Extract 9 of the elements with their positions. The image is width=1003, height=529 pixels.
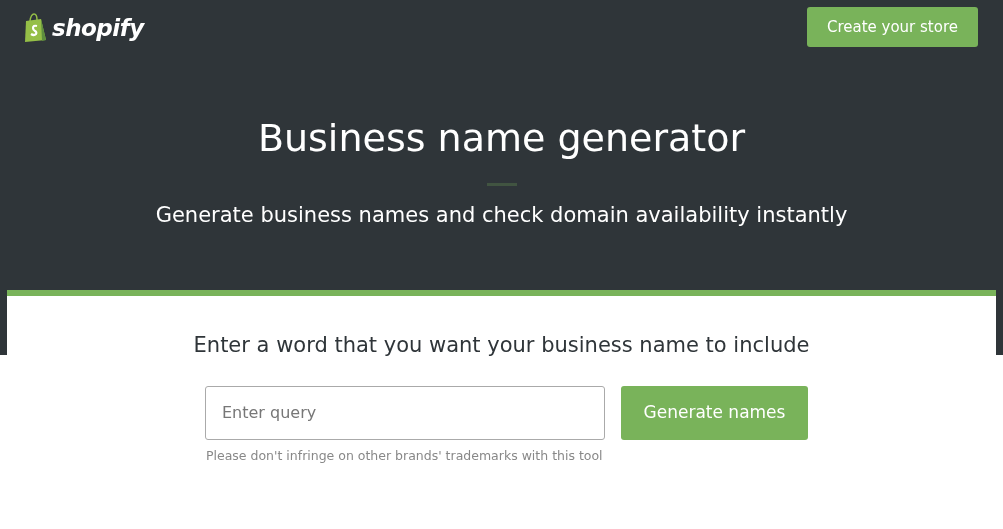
generate-button[interactable]: Generate names [621,385,808,440]
create-store-button[interactable]: Create your store [806,7,978,47]
shopping-bag-icon [22,13,48,44]
page-title: Business name generator [256,118,747,160]
logo-text[interactable]: shopify [52,11,144,46]
prompt-text: Enter a word that you want your business name to include [192,332,811,359]
subtitle: Generate business names and check domain availability instantly [154,201,849,229]
disclaimer-text: Please don't infringe on other brands' trademarks with this tool [206,446,604,465]
query-field[interactable]: Enter query [205,385,605,440]
